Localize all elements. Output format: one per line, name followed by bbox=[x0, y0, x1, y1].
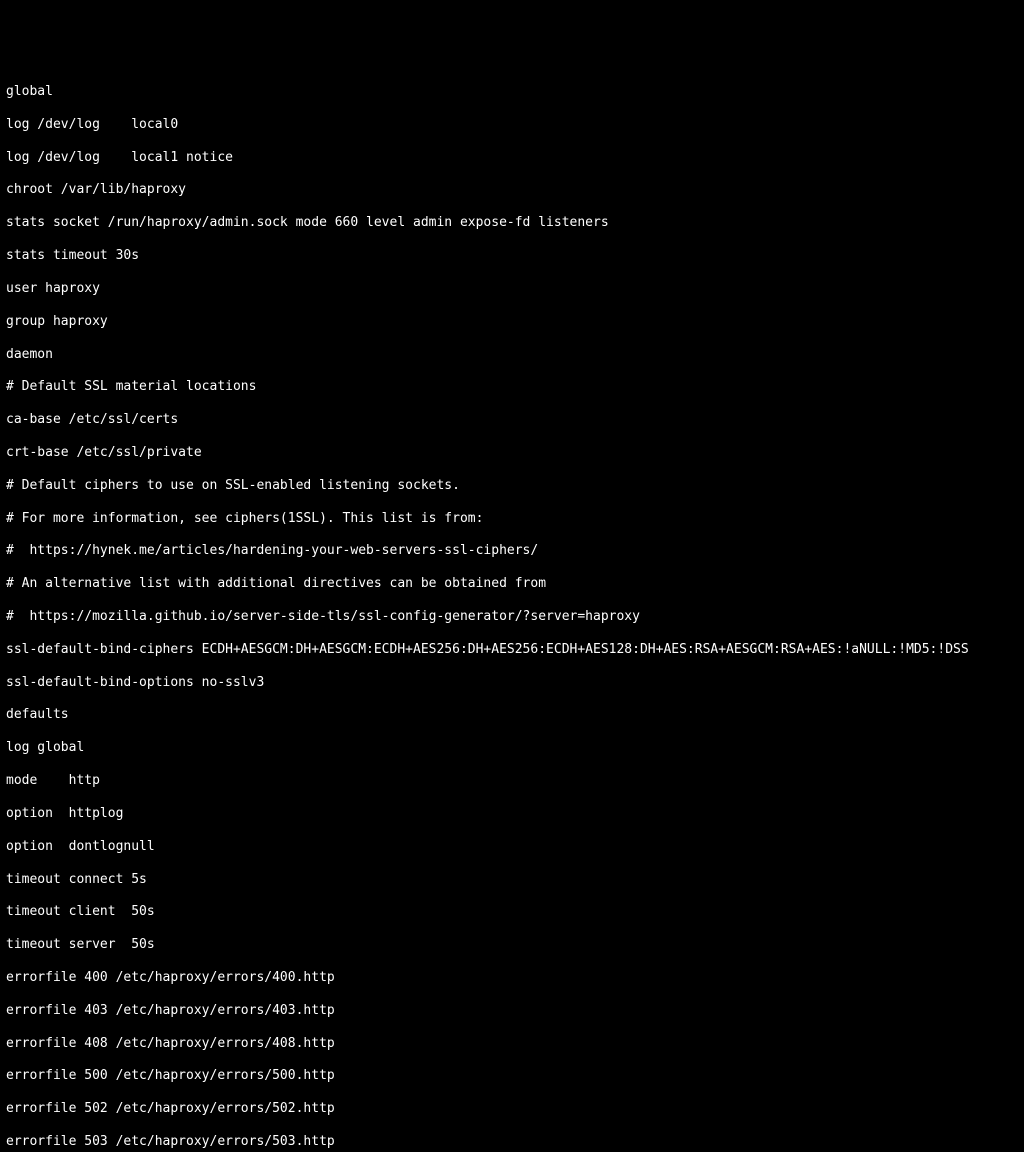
config-line: # For more information, see ciphers(1SSL… bbox=[6, 511, 1018, 527]
config-line: chroot /var/lib/haproxy bbox=[6, 182, 1018, 198]
config-line: option dontlognull bbox=[6, 839, 1018, 855]
config-line: errorfile 503 /etc/haproxy/errors/503.ht… bbox=[6, 1134, 1018, 1150]
config-line: errorfile 502 /etc/haproxy/errors/502.ht… bbox=[6, 1101, 1018, 1117]
config-line: timeout client 50s bbox=[6, 904, 1018, 920]
config-line: stats socket /run/haproxy/admin.sock mod… bbox=[6, 215, 1018, 231]
config-line: stats timeout 30s bbox=[6, 248, 1018, 264]
config-line: crt-base /etc/ssl/private bbox=[6, 445, 1018, 461]
config-line: errorfile 403 /etc/haproxy/errors/403.ht… bbox=[6, 1003, 1018, 1019]
config-line: group haproxy bbox=[6, 314, 1018, 330]
config-line: daemon bbox=[6, 347, 1018, 363]
config-line: ca-base /etc/ssl/certs bbox=[6, 412, 1018, 428]
config-line: # https://mozilla.github.io/server-side-… bbox=[6, 609, 1018, 625]
config-line: # https://hynek.me/articles/hardening-yo… bbox=[6, 543, 1018, 559]
terminal-output: global log /dev/log local0 log /dev/log … bbox=[6, 68, 1018, 1152]
config-line: global bbox=[6, 84, 1018, 100]
config-line: user haproxy bbox=[6, 281, 1018, 297]
config-line: timeout connect 5s bbox=[6, 872, 1018, 888]
config-line: errorfile 400 /etc/haproxy/errors/400.ht… bbox=[6, 970, 1018, 986]
config-line: ssl-default-bind-ciphers ECDH+AESGCM:DH+… bbox=[6, 642, 1018, 658]
config-line: log /dev/log local1 notice bbox=[6, 150, 1018, 166]
config-line: option httplog bbox=[6, 806, 1018, 822]
config-line: # Default SSL material locations bbox=[6, 379, 1018, 395]
config-line: errorfile 408 /etc/haproxy/errors/408.ht… bbox=[6, 1036, 1018, 1052]
config-line: # Default ciphers to use on SSL-enabled … bbox=[6, 478, 1018, 494]
config-line: ssl-default-bind-options no-sslv3 bbox=[6, 675, 1018, 691]
config-line: timeout server 50s bbox=[6, 937, 1018, 953]
config-line: log /dev/log local0 bbox=[6, 117, 1018, 133]
config-line: # An alternative list with additional di… bbox=[6, 576, 1018, 592]
config-line: log global bbox=[6, 740, 1018, 756]
config-line: mode http bbox=[6, 773, 1018, 789]
config-line: defaults bbox=[6, 707, 1018, 723]
config-line: errorfile 500 /etc/haproxy/errors/500.ht… bbox=[6, 1068, 1018, 1084]
